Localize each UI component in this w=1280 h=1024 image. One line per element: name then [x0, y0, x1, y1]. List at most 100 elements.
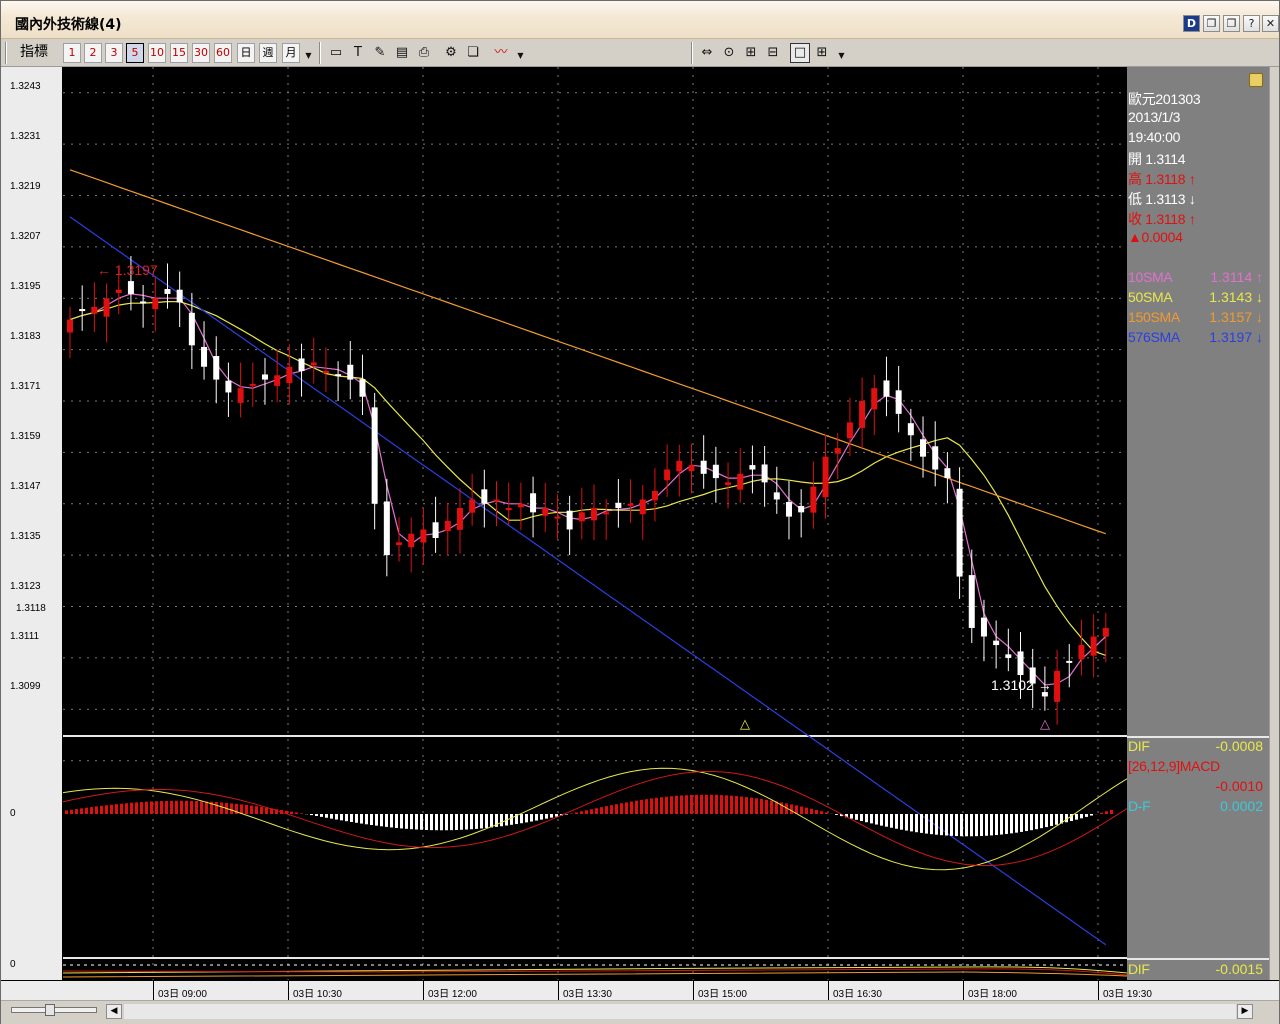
time-tick	[1098, 981, 1099, 1001]
low-label: 低 1.3113 ↓	[1128, 189, 1196, 209]
macd-bar-up	[730, 795, 733, 814]
sma150-name: 150SMA	[1128, 309, 1180, 325]
macd-bar-up	[65, 810, 68, 814]
macd-bar-up	[595, 808, 598, 814]
info-panel: 歐元201303 2013/1/3 19:40:00 開 1.3114 高 1.…	[1127, 67, 1269, 980]
price-axis: 1.3243 1.3231 1.3219 1.3207 1.3195 1.318…	[1, 67, 63, 980]
open-label-text: 開	[1128, 151, 1142, 167]
candle-up	[286, 366, 293, 384]
lock-icon[interactable]	[1249, 73, 1263, 87]
candle-up	[237, 388, 244, 403]
settings-icon[interactable]: ⚙	[441, 43, 461, 63]
layers-icon[interactable]: ▤	[392, 43, 412, 63]
chevron-down-icon[interactable]: ▼	[837, 47, 846, 67]
candle-up	[688, 465, 695, 472]
macd-bar-up	[215, 802, 218, 814]
macd-bar-up	[100, 805, 103, 814]
chevron-down-icon[interactable]: ▼	[516, 47, 525, 67]
chart-line-icon[interactable]: 〰	[491, 43, 511, 63]
chevron-down-icon[interactable]: ▼	[304, 47, 313, 67]
period-30[interactable]: 30	[192, 43, 210, 63]
single-layout-icon[interactable]: □	[790, 43, 810, 63]
period-day[interactable]: 日	[237, 43, 255, 63]
period-1[interactable]: 1	[63, 43, 81, 63]
macd-bar-up	[170, 800, 173, 814]
candle-up	[103, 298, 110, 317]
chart-area[interactable]: ← 1.3197 1.3102 → △ △	[63, 67, 1127, 980]
symbol-name: 歐元201303	[1128, 91, 1201, 107]
period-10[interactable]: 10	[148, 43, 166, 63]
pen-icon[interactable]: ✎	[370, 43, 390, 63]
price-tick: 1.3243	[10, 81, 41, 92]
macd-bar-down	[900, 814, 903, 830]
expand-horizontal-icon[interactable]: ⇔	[697, 43, 717, 63]
macd-bar-down	[1075, 814, 1078, 820]
macd-bar-down	[325, 814, 328, 818]
macd-bar-down	[1020, 814, 1023, 832]
macd-bar-down	[1085, 814, 1088, 817]
macd-bar-up	[1100, 812, 1103, 814]
scroll-left-icon[interactable]: ◀	[106, 1004, 122, 1019]
vertical-scrollbar[interactable]	[1269, 67, 1279, 980]
line-tool-icon[interactable]: ▭	[326, 43, 346, 63]
period-3[interactable]: 3	[105, 43, 123, 63]
macd-bar-down	[985, 814, 988, 836]
period-5[interactable]: 5	[126, 43, 144, 63]
tile-icon[interactable]: ❐	[1223, 15, 1240, 32]
zoom-icon[interactable]: ⊙	[719, 43, 739, 63]
macd-bar-down	[880, 814, 883, 826]
macd-bar-down	[430, 814, 433, 831]
period-2[interactable]: 2	[84, 43, 102, 63]
price-tick: 1.3111	[10, 631, 40, 642]
restore-icon[interactable]: ❐	[1203, 15, 1220, 32]
period-week[interactable]: 週	[259, 43, 277, 63]
text-tool-icon[interactable]: T	[348, 43, 368, 63]
scroll-right-icon[interactable]: ▶	[1237, 1004, 1253, 1019]
macd-bar-up	[265, 807, 268, 814]
macd-bar-up	[660, 797, 663, 814]
toolbar-separator	[319, 42, 321, 64]
period-15[interactable]: 15	[170, 43, 188, 63]
candle-up	[651, 490, 658, 501]
macd-bar-down	[390, 814, 393, 828]
macd-bar-down	[400, 814, 403, 829]
dif2-value: -0.0015	[1215, 961, 1263, 977]
copy-icon[interactable]: ❏	[463, 43, 483, 63]
candle-down	[956, 488, 963, 577]
candle-up	[493, 499, 500, 502]
candle-up	[1054, 670, 1061, 702]
price-chart-svg[interactable]	[63, 67, 1127, 980]
close-icon[interactable]: ✕	[1262, 15, 1279, 32]
macd-bar-down	[970, 814, 973, 837]
candle-up	[737, 473, 744, 490]
macd-bar-up	[290, 811, 293, 814]
zoom-slider-handle[interactable]	[45, 1004, 55, 1016]
macd-bar-down	[865, 814, 868, 823]
period-60[interactable]: 60	[214, 43, 232, 63]
scroll-track[interactable]	[124, 1004, 1236, 1019]
mini-zero-tick: 0	[10, 959, 16, 970]
time-label: 03日 15:00	[698, 989, 747, 1000]
df-label: D-F	[1128, 798, 1151, 814]
candle-up	[249, 383, 256, 386]
candle-up	[676, 460, 683, 472]
quote-time: 19:40:00	[1128, 129, 1181, 145]
remove-panel-icon[interactable]: ⊟	[763, 43, 783, 63]
period-month[interactable]: 月	[282, 43, 300, 63]
horizontal-scrollbar[interactable]: ◀ ▶	[1, 1000, 1279, 1024]
macd-bar-down	[545, 814, 548, 819]
close-label: 收 1.3118 ↑	[1128, 209, 1196, 229]
toolbar-separator	[691, 42, 693, 64]
add-panel-icon[interactable]: ⊞	[741, 43, 761, 63]
help-icon[interactable]: ?	[1243, 15, 1260, 32]
macd-bar-up	[195, 801, 198, 814]
macd-bar-down	[1010, 814, 1013, 834]
indicator-menu[interactable]: 指標	[17, 43, 51, 63]
close-label-text: 收	[1128, 211, 1142, 227]
d-icon[interactable]: D	[1183, 15, 1200, 32]
candle-up	[274, 375, 281, 386]
candle-down	[907, 423, 914, 436]
grid-layout-icon[interactable]: ⊞	[812, 43, 832, 63]
low-annotation: 1.3102 →	[991, 677, 1052, 693]
print-icon[interactable]: ⎙	[414, 43, 434, 63]
